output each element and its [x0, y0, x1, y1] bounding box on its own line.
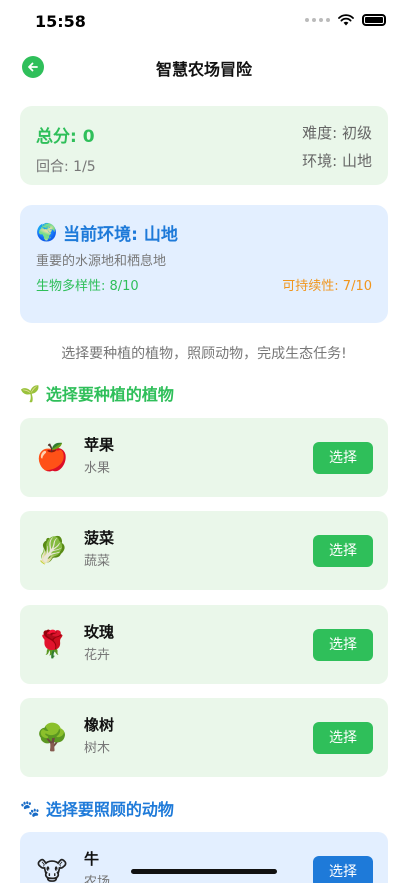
plant-name: 玫瑰 — [84, 623, 115, 641]
environment-label: 环境: 山地 — [302, 152, 372, 170]
environment-card: 🌍 当前环境: 山地 重要的水源地和栖息地 生物多样性: 8/10 可持续性: … — [20, 205, 388, 323]
total-score: 总分: 0 — [36, 127, 95, 147]
status-icons — [305, 14, 386, 26]
environment-title-row: 🌍 当前环境: 山地 — [36, 220, 178, 246]
round-counter: 回合: 1/5 — [36, 159, 96, 175]
plant-category: 水果 — [84, 461, 111, 476]
globe-icon: 🌍 — [36, 222, 58, 243]
instruction-text: 选择要种植的植物，照顾动物，完成生态任务! — [61, 346, 347, 362]
select-animal-button[interactable]: 选择 — [313, 856, 373, 883]
select-plant-button[interactable]: 选择 — [313, 629, 373, 661]
plant-name: 菠菜 — [84, 529, 115, 547]
difficulty-label: 难度: 初级 — [302, 124, 372, 142]
animal-category: 农场 — [84, 875, 111, 883]
plant-card-rose: 🌹 玫瑰 花卉 选择 — [20, 605, 388, 684]
environment-title: 当前环境: 山地 — [63, 225, 178, 245]
plants-section-label: 选择要种植的植物 — [45, 385, 174, 404]
rose-icon: 🌹 — [36, 630, 69, 660]
animals-section-title: 🐾 选择要照顾的动物 — [20, 796, 174, 820]
plant-card-apple: 🍎 苹果 水果 选择 — [20, 418, 388, 497]
tree-icon: 🌳 — [36, 723, 69, 753]
plant-name: 橡树 — [84, 716, 115, 734]
plants-section-title: 🌱 选择要种植的植物 — [20, 381, 174, 405]
battery-icon — [362, 14, 386, 26]
plant-name: 苹果 — [84, 436, 115, 454]
sustainability-stat: 可持续性: 7/10 — [282, 279, 372, 294]
biodiversity-stat: 生物多样性: 8/10 — [36, 279, 139, 294]
animal-card-cow: 🐮 牛 农场 选择 — [20, 832, 388, 883]
wifi-icon — [338, 14, 354, 26]
score-card: 总分: 0 回合: 1/5 难度: 初级 环境: 山地 — [20, 106, 388, 185]
environment-description: 重要的水源地和栖息地 — [36, 254, 167, 269]
apple-icon: 🍎 — [36, 443, 69, 473]
plant-card-spinach: 🥬 菠菜 蔬菜 选择 — [20, 511, 388, 590]
plant-category: 蔬菜 — [84, 554, 111, 569]
animal-name: 牛 — [84, 850, 100, 868]
home-indicator[interactable] — [131, 869, 277, 874]
animals-section-label: 选择要照顾的动物 — [45, 800, 174, 819]
plant-card-oak: 🌳 橡树 树木 选择 — [20, 698, 388, 777]
status-time: 15:58 — [35, 12, 86, 31]
signal-icon — [305, 18, 330, 22]
select-plant-button[interactable]: 选择 — [313, 535, 373, 567]
select-plant-button[interactable]: 选择 — [313, 442, 373, 474]
status-bar: 15:58 — [0, 0, 408, 44]
plant-category: 树木 — [84, 741, 111, 756]
page-title: 智慧农场冒险 — [155, 60, 252, 79]
plant-category: 花卉 — [84, 648, 111, 663]
cow-icon: 🐮 — [36, 857, 68, 883]
select-plant-button[interactable]: 选择 — [313, 722, 373, 754]
nav-bar: 智慧农场冒险 — [0, 48, 408, 84]
paw-prints-icon: 🐾 — [20, 798, 40, 818]
seedling-icon: 🌱 — [20, 383, 40, 403]
leafy-green-icon: 🥬 — [36, 536, 69, 566]
